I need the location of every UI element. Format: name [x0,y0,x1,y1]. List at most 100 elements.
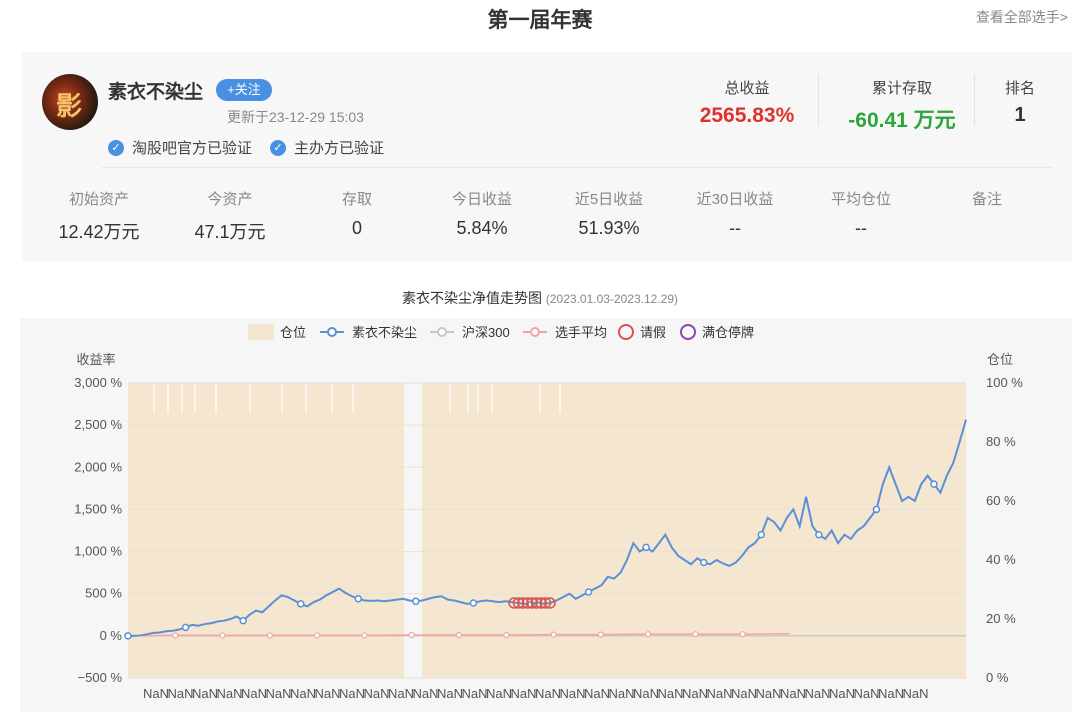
x-tick-label: NaN [902,686,928,701]
x-tick-label: NaN [216,686,242,701]
view-all-link[interactable]: 查看全部选手> [976,7,1068,27]
stat-value: 12.42万元 [58,222,140,242]
y-tick-right: 40 % [986,552,1016,567]
y-tick-right: 80 % [986,434,1016,449]
x-tick-label: NaN [706,686,732,701]
divider [818,74,819,126]
x-tick-label: NaN [437,686,463,701]
stat-label: 存取 [341,191,372,208]
stat-value: -- [855,218,867,238]
cumulative-flow: 累计存取 -60.41 万元 [832,77,972,134]
rank-label: 排名 [1004,80,1035,97]
x-tick-label: NaN [363,686,389,701]
x-tick-label: NaN [853,686,879,701]
check-icon: ✓ [270,139,286,156]
y-tick-left: 3,000 % [74,375,122,390]
stat-label: 今资产 [207,191,253,208]
stat-label: 近30日收益 [696,191,774,208]
avg-line-point [219,632,226,639]
avatar[interactable]: 影 [42,74,98,130]
x-tick-label: NaN [192,686,218,701]
verify-label: 淘股吧官方已验证 [132,140,253,157]
total-return: 总收益 2565.83% [692,77,802,128]
avg-line-point [692,631,699,638]
avg-line-point [455,631,463,639]
stat-notes: 备注 [932,188,1042,218]
legend-label: 选手平均 [555,325,607,340]
avg-line-point [645,631,652,638]
user-line-point [296,600,305,608]
x-tick-label: NaN [559,686,585,701]
cumulative-flow-label: 累计存取 [871,80,932,97]
y-tick-left: 2,000 % [74,459,122,474]
user-line-point [930,480,938,488]
x-tick-label: NaN [241,686,267,701]
x-tick-label: NaN [608,686,634,701]
chart-title-text: 素衣不染尘净值走势图 [402,290,542,306]
chart-date-range: (2023.01.03-2023.12.29) [545,292,678,306]
y-tick-right: 20 % [986,611,1016,626]
avg-line-point [597,631,604,638]
x-tick-label: NaN [657,686,683,701]
stat-value: 51.93% [578,218,640,238]
stat-label: 平均仓位 [830,191,891,208]
x-tick-label: NaN [510,686,536,701]
x-tick-label: NaN [584,686,610,701]
avg-line-point [739,631,746,638]
avg-line-point [361,632,368,639]
y-tick-left: −500 % [78,670,123,685]
stat-value: -- [729,218,741,238]
user-line-point [872,505,881,514]
legend-swatch-position [248,324,274,340]
rank: 排名 1 [987,77,1053,127]
stat-value: 5.84% [456,218,508,238]
x-tick-label: NaN [535,686,561,701]
avg-line-point [408,631,415,639]
stat-current-assets: 今资产 47.1万元 [175,188,285,244]
y-tick-left: 2,500 % [74,417,122,432]
user-line-point [584,588,593,596]
x-tick-label: NaN [314,686,340,701]
legend-label: 满仓停牌 [702,325,754,340]
username[interactable]: 素衣不染尘 [108,77,203,104]
stat-initial-assets: 初始资产 12.42万元 [44,188,154,244]
stat-value: 0 [351,218,362,238]
x-tick-label: NaN [339,686,365,701]
user-line-point [815,530,823,539]
user-line-point [642,543,650,552]
avg-line-point [172,632,179,639]
avg-line-point [503,631,510,639]
user-line-point [469,599,478,607]
y-tick-left: 1,000 % [74,544,122,559]
legend-swatch-marker [437,327,447,337]
y-tick-right: 0 % [986,670,1009,685]
legend-label: 请假 [640,325,666,340]
x-tick-label: NaN [143,686,169,701]
stat-label: 备注 [971,191,1002,208]
stat-deposit-withdraw: 存取 0 [302,188,412,239]
check-icon: ✓ [108,139,124,156]
user-line-point [239,616,247,625]
follow-button[interactable]: +关注 [216,79,272,101]
page-title: 第一届年赛 [487,9,593,32]
verify-label: 主办方已验证 [294,140,385,157]
stat-today-return: 今日收益 5.84% [427,188,537,239]
y-axis-left-title: 收益率 [76,352,115,367]
y-tick-left: 0 % [100,628,123,643]
x-tick-label: NaN [461,686,487,701]
x-tick-label: NaN [755,686,781,701]
x-tick-label: NaN [265,686,291,701]
user-line-point [699,558,708,567]
x-tick-label: NaN [486,686,512,701]
legend-swatch-marker [327,327,337,337]
x-tick-label: NaN [167,686,193,701]
user-line-point [181,623,190,632]
verify-organizer: ✓ 主办方已验证 [270,137,384,158]
card-divider [102,167,1052,168]
x-tick-label: NaN [804,686,830,701]
total-return-value: 2565.83% [699,104,795,127]
stat-label: 初始资产 [68,191,129,208]
user-line-point [412,597,420,606]
updated-time: 更新于23-12-29 15:03 [227,109,364,125]
x-tick-label: NaN [290,686,316,701]
